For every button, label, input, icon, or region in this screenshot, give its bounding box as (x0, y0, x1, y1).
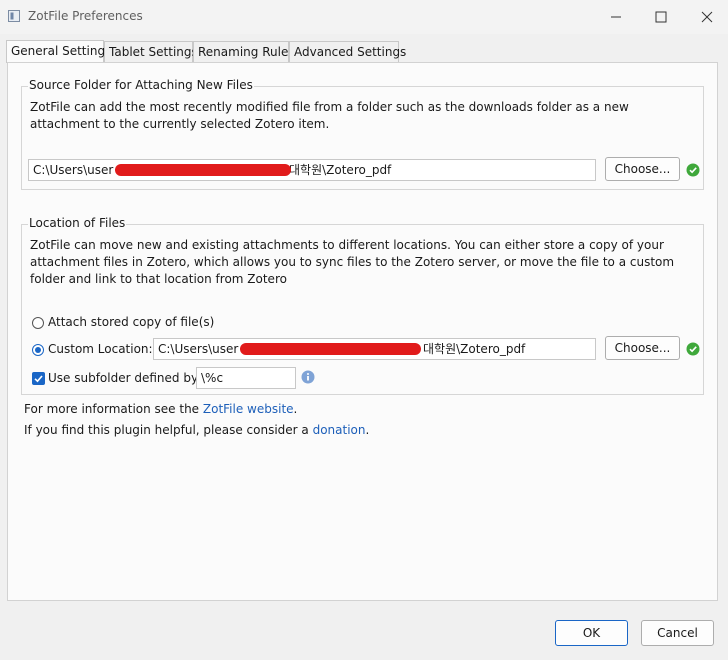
tab-renaming-rules[interactable]: Renaming Rules (193, 41, 295, 62)
location-title: Location of Files (28, 216, 127, 230)
source-folder-description: ZotFile can add the most recently modifi… (30, 100, 629, 131)
donation-link[interactable]: donation (313, 423, 366, 437)
use-subfolder-checkbox[interactable] (32, 372, 45, 385)
window-title: ZotFile Preferences (28, 9, 143, 23)
attach-stored-copy-label: Attach stored copy of file(s) (48, 315, 215, 329)
source-folder-choose-button[interactable]: Choose... (605, 157, 680, 181)
custom-location-label: Custom Location: (48, 342, 153, 356)
zotfile-app-icon (8, 10, 20, 22)
subfolder-pattern-value: \%c (201, 371, 224, 385)
tab-tablet-settings[interactable]: Tablet Settings (104, 41, 198, 62)
custom-path-suffix: 대학원\Zotero_pdf (423, 342, 526, 356)
redaction-mark (115, 164, 291, 176)
source-folder-group: Source Folder for Attaching New Files Zo… (21, 78, 704, 190)
donation-line: If you find this plugin helpful, please … (24, 423, 370, 437)
close-icon[interactable] (696, 6, 718, 28)
radio-custom-location[interactable] (32, 344, 44, 356)
ok-button[interactable]: OK (555, 620, 628, 646)
redaction-mark (240, 343, 421, 355)
check-circle-icon (686, 163, 700, 177)
tab-general-settings[interactable]: General Settings (6, 40, 111, 63)
source-folder-path-field[interactable]: C:\Users\user 대학원\Zotero_pdf (28, 159, 596, 181)
source-folder-title: Source Folder for Attaching New Files (28, 78, 254, 92)
zotfile-website-link[interactable]: ZotFile website (203, 402, 294, 416)
title-bar: ZotFile Preferences (0, 0, 728, 34)
info-icon[interactable] (301, 370, 315, 384)
tab-advanced-settings[interactable]: Advanced Settings (289, 41, 406, 62)
minimize-icon[interactable] (605, 6, 627, 28)
source-path-suffix: 대학원\Zotero_pdf (289, 163, 392, 177)
checkmark-icon (34, 375, 43, 383)
subfolder-pattern-field[interactable]: \%c (196, 367, 296, 389)
location-description: ZotFile can move new and existing attach… (30, 238, 675, 286)
check-circle-icon (686, 342, 700, 356)
source-path-prefix: C:\Users\user (33, 163, 114, 177)
custom-location-choose-button[interactable]: Choose... (605, 336, 680, 360)
radio-attach-stored-copy[interactable] (32, 317, 44, 329)
location-group: Location of Files ZotFile can move new a… (21, 216, 704, 395)
maximize-icon[interactable] (650, 6, 672, 28)
custom-location-path-field[interactable]: C:\Users\user 대학원\Zotero_pdf (153, 338, 596, 360)
cancel-button[interactable]: Cancel (641, 620, 714, 646)
custom-path-prefix: C:\Users\user (158, 342, 239, 356)
use-subfolder-label: Use subfolder defined by (48, 371, 199, 385)
more-info-line: For more information see the ZotFile web… (24, 402, 298, 416)
